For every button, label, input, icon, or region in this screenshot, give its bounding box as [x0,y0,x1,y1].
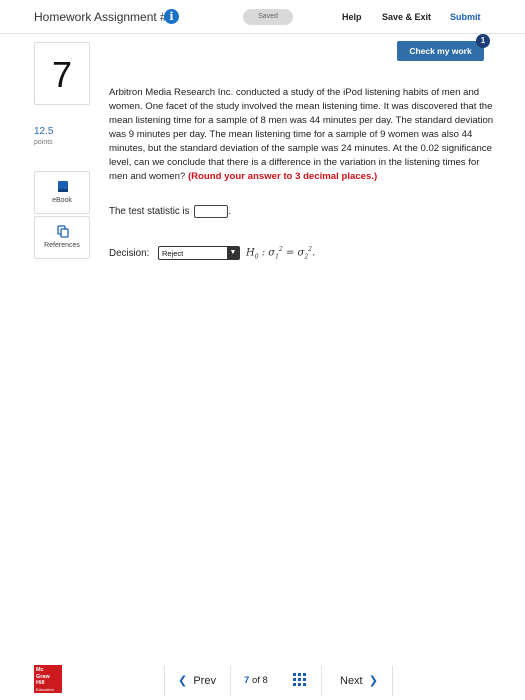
question-number-box: 7 [34,42,90,105]
null-hypothesis: H0 : σ12 = σ22. [246,246,316,261]
decision-select[interactable]: Reject ▼ [158,246,240,260]
references-button[interactable]: References [34,216,90,259]
logo-text-4: Education [36,686,54,692]
footer-divider [321,666,322,696]
points-value: 12.5 [34,126,54,137]
book-icon [58,181,68,192]
page-current: 7 [244,675,250,686]
mcgraw-hill-logo: Mc Graw Hill Education [34,665,62,693]
next-label: Next [340,675,363,687]
saved-status-badge: Saved [243,9,293,25]
ebook-label: eBook [52,197,72,204]
check-work-count-badge: 1 [476,34,490,48]
rounding-instruction: (Round your answer to 3 decimal places.) [187,171,378,182]
top-bar: Homework Assignment #4 i Saved Help Save… [0,0,525,34]
test-statistic-input[interactable] [194,205,229,218]
page-of: of [251,675,260,686]
save-exit-link[interactable]: Save & Exit [382,12,431,22]
copy-icon [57,225,69,238]
page-indicator: 7 of 8 [244,675,268,686]
check-my-work-button[interactable]: Check my work [397,41,484,61]
question-text: Arbitron Media Research Inc. conducted a… [109,86,499,184]
decision-selected-value: Reject [162,249,184,258]
assignment-title: Homework Assignment #4 [34,10,174,24]
test-statistic-prompt: The test statistic is [109,206,190,218]
hypothesis-period: . [312,247,316,259]
prev-label: Prev [193,675,216,687]
submit-link[interactable]: Submit [450,12,481,22]
decision-label: Decision: [109,248,150,259]
points-label: points [34,139,53,146]
footer-divider [164,666,165,696]
references-label: References [44,242,80,249]
chevron-right-icon: ❯ [368,675,378,687]
footer-divider [392,666,393,696]
test-statistic-row: The test statistic is . [109,205,231,218]
info-icon[interactable]: i [164,9,179,24]
grid-icon[interactable] [293,673,306,686]
help-link[interactable]: Help [342,12,362,22]
footer-divider [230,666,231,696]
ebook-button[interactable]: eBook [34,171,90,214]
next-button[interactable]: Next ❯ [340,674,378,687]
test-statistic-suffix: . [228,206,232,218]
page-total: 8 [262,675,268,686]
question-number: 7 [51,54,73,95]
chevron-left-icon: ❮ [178,675,188,687]
chevron-down-icon: ▼ [227,247,239,259]
prev-button[interactable]: ❮ Prev [178,674,216,687]
question-body: Arbitron Media Research Inc. conducted a… [109,87,494,182]
